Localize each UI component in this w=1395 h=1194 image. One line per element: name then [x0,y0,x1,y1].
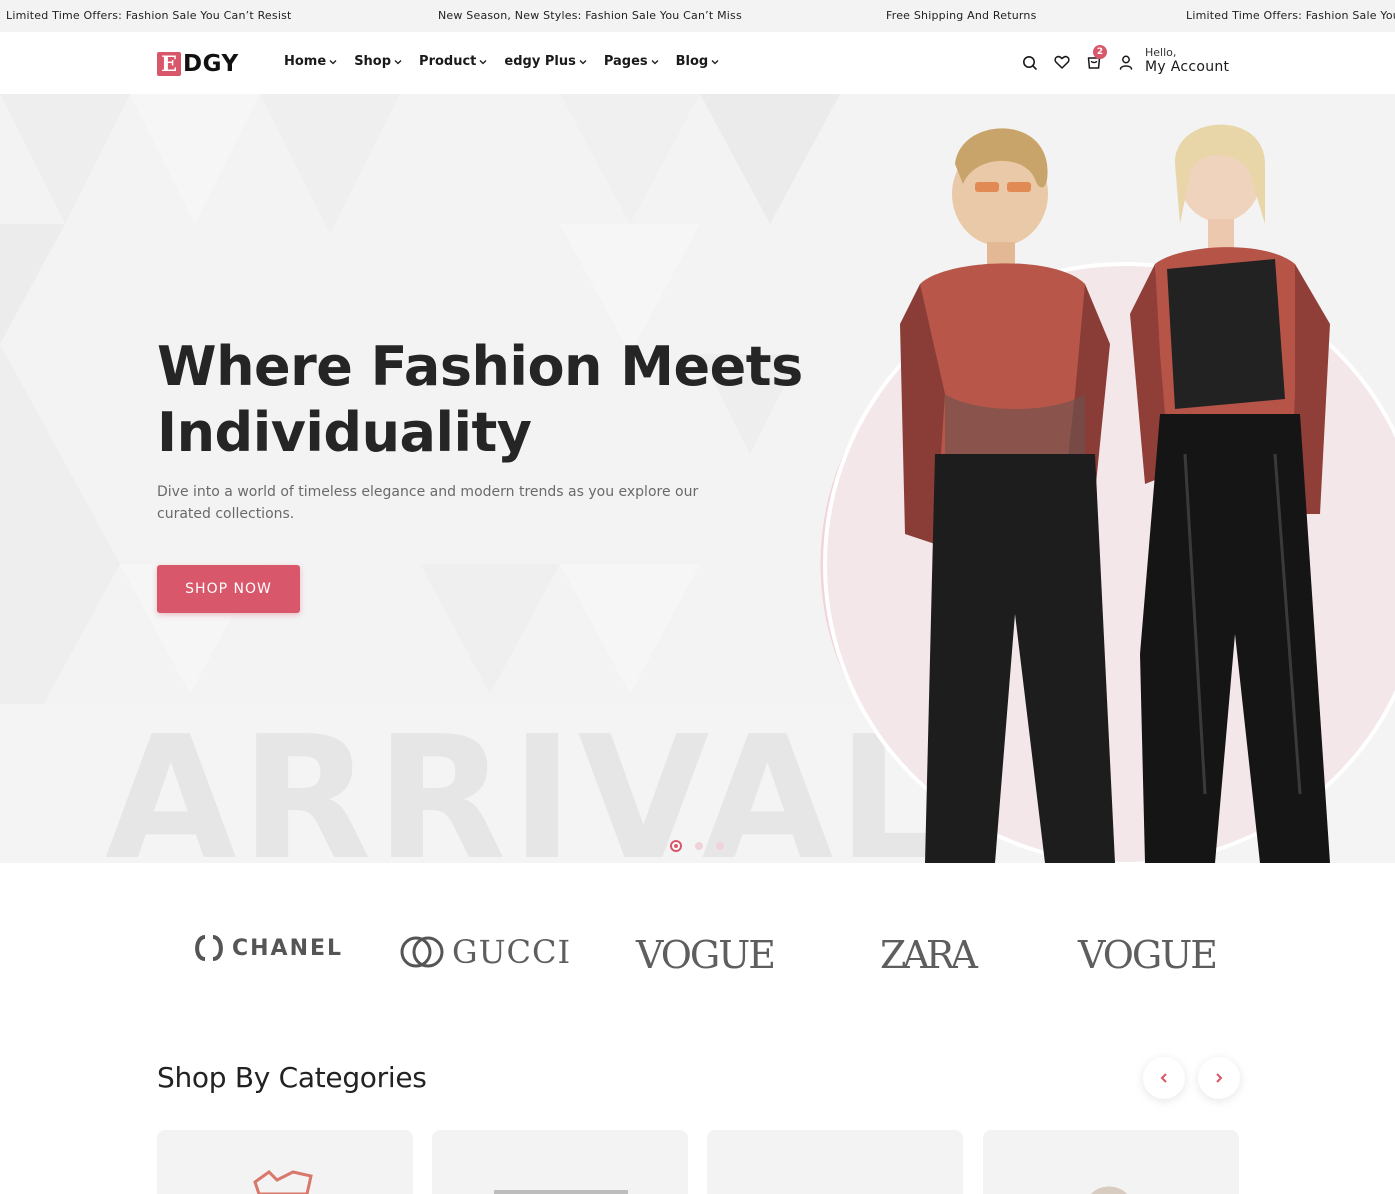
logo-text: DGY [183,51,239,77]
nav-item-edgy-plus[interactable]: edgy Plus [504,54,587,69]
nav-item-blog[interactable]: Blog [676,54,720,69]
cart-count-badge: 2 [1093,45,1107,59]
gucci-logo-icon [400,936,444,968]
brand-logo-vogue[interactable]: VOGUE [636,933,776,977]
user-icon[interactable] [1116,52,1136,72]
category-image [494,1190,628,1194]
category-image [253,1170,313,1194]
slider-dot[interactable] [695,842,703,850]
main-nav: Home Shop Product edgy Plus Pages Blog [284,54,736,69]
chevron-down-icon [329,59,337,64]
category-card[interactable] [157,1130,413,1194]
brand-logos: CHANEL GUCCI VOGUE ZARA VOGUE [0,863,1395,1053]
account-link[interactable]: Hello, My Account [1145,46,1229,75]
site-header: E DGY Home Shop Product edgy Plus Pages … [0,32,1395,94]
nav-item-label: Product [419,54,477,69]
category-card[interactable] [707,1130,963,1194]
chanel-logo-icon [195,935,223,961]
nav-item-label: Shop [354,54,392,69]
cart-icon[interactable]: 2 [1084,45,1107,72]
brand-name: GUCCI [452,933,572,971]
account-label: My Account [1145,59,1230,75]
hero-banner: ARRIVAL Where Fashion Meets Individualit… [0,94,1395,863]
nav-item-home[interactable]: Home [284,54,337,69]
nav-item-label: Blog [675,54,709,69]
search-icon[interactable] [1020,52,1040,72]
chevron-left-icon [1160,1073,1167,1083]
logo[interactable]: E DGY [157,51,239,77]
chevron-down-icon [651,59,659,64]
announcement-text: Free Shipping And Returns [886,9,1037,22]
announcement-text: New Season, New Styles: Fashion Sale You… [438,9,742,22]
hero-models-image [820,124,1395,863]
brand-logo-vogue[interactable]: VOGUE [1078,933,1218,977]
account-greeting: Hello, [1145,46,1177,59]
announcement-bar: Limited Time Offers: Fashion Sale You Ca… [0,0,1395,32]
category-card[interactable] [983,1130,1239,1194]
chevron-right-icon [1216,1073,1223,1083]
announcement-text: Limited Time Offers: Fashion Sale You Ca… [6,9,292,22]
shop-now-button[interactable]: SHOP NOW [157,565,300,613]
categories-title: Shop By Categories [157,1061,427,1094]
brand-logo-gucci[interactable]: GUCCI [398,933,571,971]
category-image [1091,1186,1127,1194]
nav-item-product[interactable]: Product [419,54,487,69]
hero-title-line: Individuality [157,401,532,464]
nav-item-label: edgy Plus [504,54,576,69]
hero-title: Where Fashion Meets Individuality [157,334,857,466]
nav-item-label: Home [284,54,327,69]
nav-item-label: Pages [603,54,648,69]
chevron-down-icon [711,59,719,64]
categories-next-button[interactable] [1198,1057,1240,1099]
chevron-down-icon [579,59,587,64]
brand-name: CHANEL [232,935,344,961]
brand-logo-zara[interactable]: ZARA [880,933,978,977]
nav-item-shop[interactable]: Shop [354,54,402,69]
categories-prev-button[interactable] [1143,1057,1185,1099]
chevron-down-icon [394,59,402,64]
slider-dot[interactable] [716,842,724,850]
brand-logo-chanel[interactable]: CHANEL [190,933,343,963]
nav-item-pages[interactable]: Pages [604,54,659,69]
category-card[interactable] [432,1130,688,1194]
hero-title-line: Where Fashion Meets [157,335,803,398]
slider-pagination [670,840,737,852]
brand-name: VOGUE [636,933,776,977]
brand-name: ZARA [880,933,978,977]
hero-subtitle: Dive into a world of timeless elegance a… [157,484,699,522]
wishlist-heart-icon[interactable] [1052,52,1072,72]
announcement-text: Limited Time Offers: Fashion Sale You Ca… [1186,9,1395,22]
chevron-down-icon [479,59,487,64]
brand-name: VOGUE [1078,933,1218,977]
logo-mark: E [157,52,181,76]
slider-dot-active[interactable] [670,840,682,852]
